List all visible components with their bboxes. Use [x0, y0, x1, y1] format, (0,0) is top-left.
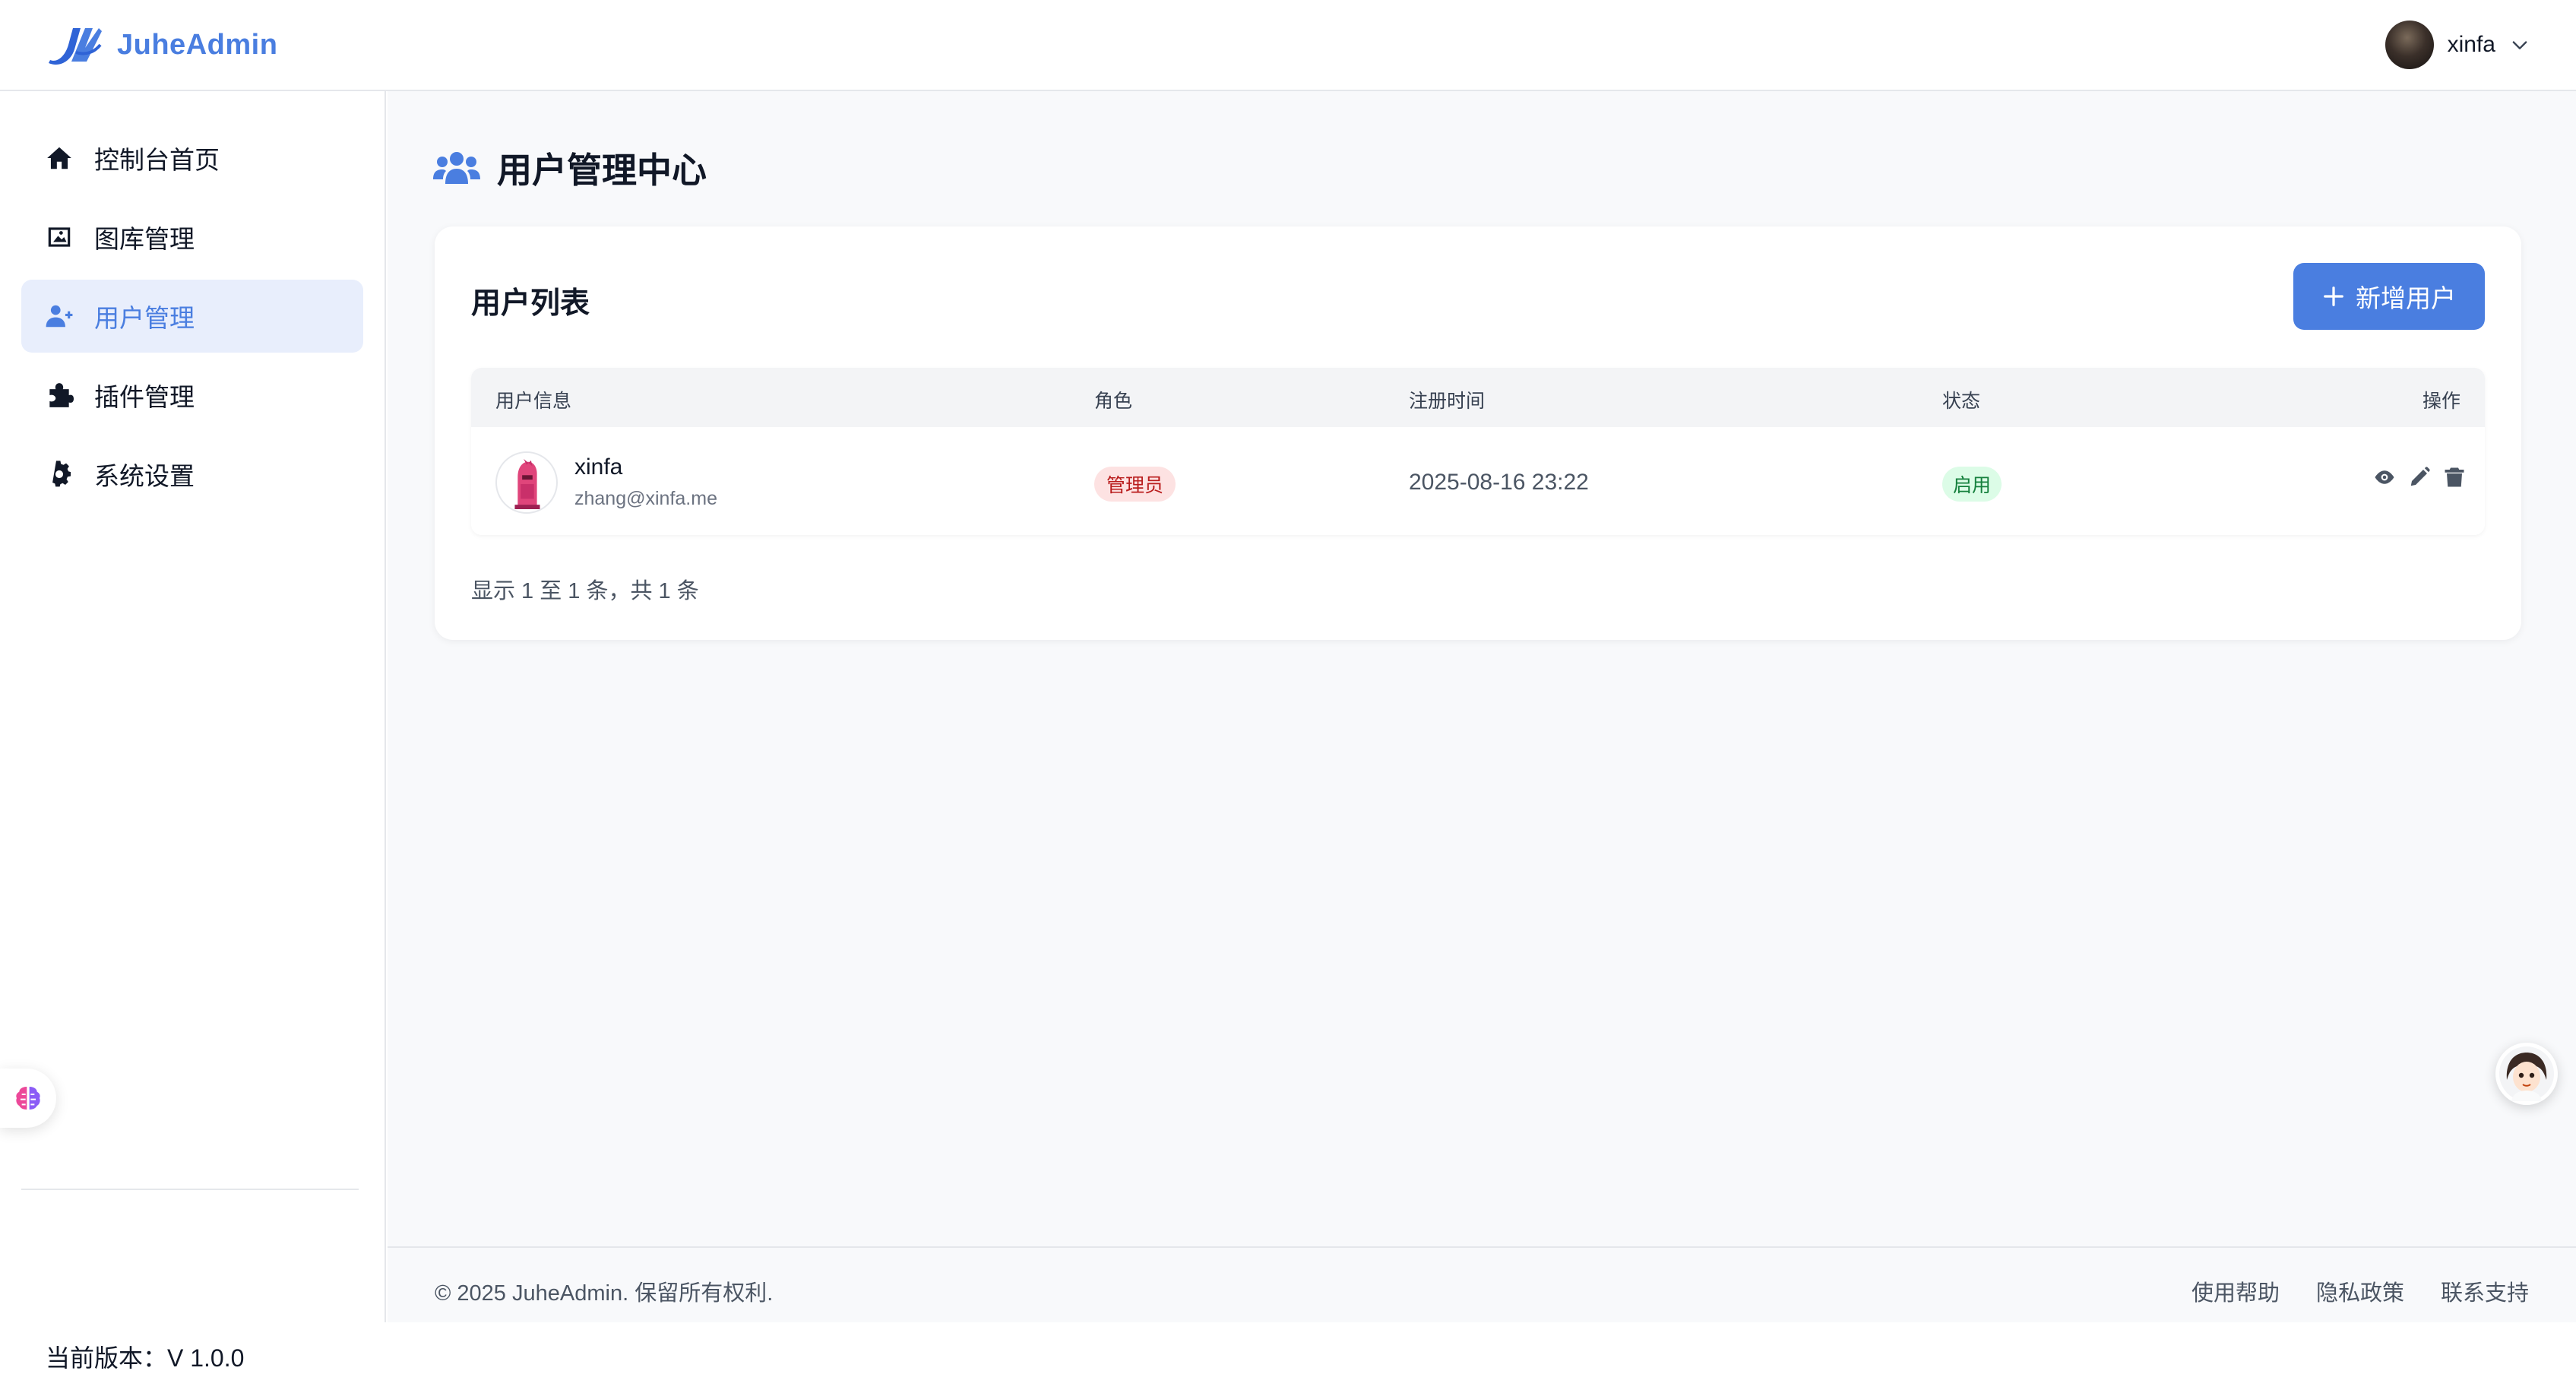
brand-logo-icon	[49, 28, 102, 65]
puzzle-icon	[44, 380, 74, 410]
card-title: 用户列表	[471, 287, 590, 320]
main-content: 用户管理中心 用户列表 新增用户 用户信息 角色 注册时间 状态 操作 xinf…	[388, 91, 2576, 1246]
user-avatar[interactable]	[2385, 21, 2434, 69]
top-header: JuheAdmin xinfa	[0, 0, 2576, 91]
brand-name: JuheAdmin	[117, 28, 278, 61]
image-icon	[44, 222, 74, 252]
sidebar-item-users[interactable]: 用户管理	[21, 280, 363, 353]
footer-link-support[interactable]: 联系支持	[2441, 1275, 2529, 1307]
user-plus-icon	[44, 301, 74, 331]
role-badge: 管理员	[1094, 467, 1176, 502]
sidebar-item-settings[interactable]: 系统设置	[21, 438, 363, 511]
row-actions	[2372, 465, 2467, 489]
chevron-down-icon[interactable]	[2509, 34, 2530, 55]
plus-icon	[2324, 287, 2343, 306]
page-header: 用户管理中心	[433, 143, 707, 193]
column-header-actions: 操作	[2422, 391, 2460, 412]
row-user-avatar	[495, 451, 558, 514]
sidebar-item-label: 用户管理	[94, 304, 195, 332]
table-row: xinfa zhang@xinfa.me 管理员 2025-08-16 23:2…	[471, 427, 2485, 535]
column-header-registered: 注册时间	[1409, 391, 1486, 412]
sidebar-item-label: 控制台首页	[94, 146, 220, 174]
brain-icon	[16, 1087, 40, 1110]
gear-icon	[44, 459, 74, 489]
sidebar-item-gallery[interactable]: 图库管理	[21, 201, 363, 274]
view-icon[interactable]	[2372, 465, 2397, 489]
sidebar-nav: 控制台首页 图库管理 用户管理 插件管理 系统设置	[0, 91, 385, 511]
user-list-card: 用户列表 新增用户 用户信息 角色 注册时间 状态 操作 xinfa zhang…	[435, 226, 2521, 640]
user-table: 用户信息 角色 注册时间 状态 操作 xinfa zhang@xinfa.me …	[471, 368, 2485, 535]
page-title: 用户管理中心	[497, 150, 707, 190]
sidebar-item-dashboard[interactable]: 控制台首页	[21, 122, 363, 195]
sidebar-item-plugins[interactable]: 插件管理	[21, 359, 363, 432]
footer-link-privacy[interactable]: 隐私政策	[2316, 1275, 2404, 1307]
brand[interactable]: JuheAdmin	[46, 22, 277, 68]
chat-assistant-avatar[interactable]	[2495, 1043, 2558, 1105]
edit-icon[interactable]	[2407, 465, 2432, 489]
row-user-name: xinfa	[574, 454, 623, 480]
header-user-name[interactable]: xinfa	[2448, 32, 2495, 58]
table-header: 用户信息 角色 注册时间 状态 操作	[471, 368, 2485, 427]
status-badge: 启用	[1942, 467, 2002, 502]
users-icon	[433, 152, 480, 184]
row-user-email: zhang@xinfa.me	[574, 488, 717, 509]
add-user-button[interactable]: 新增用户	[2293, 263, 2485, 330]
home-icon	[44, 143, 74, 173]
column-header-role: 角色	[1094, 391, 1133, 412]
sidebar: 控制台首页 图库管理 用户管理 插件管理 系统设置 当前版本：V 1.0.0	[0, 91, 386, 1372]
copyright-text: © 2025 JuheAdmin. 保留所有权利.	[435, 1281, 774, 1306]
user-menu[interactable]: xinfa	[2385, 21, 2530, 69]
pagination-info: 显示 1 至 1 条，共 1 条	[471, 579, 699, 603]
delete-icon[interactable]	[2442, 465, 2467, 489]
column-header-user-info: 用户信息	[495, 391, 572, 412]
sidebar-divider	[21, 1189, 359, 1190]
footer-links: 使用帮助 隐私政策 联系支持	[2191, 1275, 2529, 1307]
sidebar-item-label: 插件管理	[94, 383, 195, 411]
add-user-label: 新增用户	[2356, 284, 2456, 312]
sidebar-item-label: 图库管理	[94, 225, 195, 253]
row-registered-time: 2025-08-16 23:22	[1409, 470, 1589, 495]
sidebar-item-label: 系统设置	[94, 462, 195, 490]
version-label: 当前版本：V 1.0.0	[46, 1344, 245, 1372]
column-header-status: 状态	[1942, 391, 1981, 412]
footer-link-help[interactable]: 使用帮助	[2191, 1275, 2280, 1307]
footer: © 2025 JuheAdmin. 保留所有权利. 使用帮助 隐私政策 联系支持	[388, 1246, 2576, 1322]
